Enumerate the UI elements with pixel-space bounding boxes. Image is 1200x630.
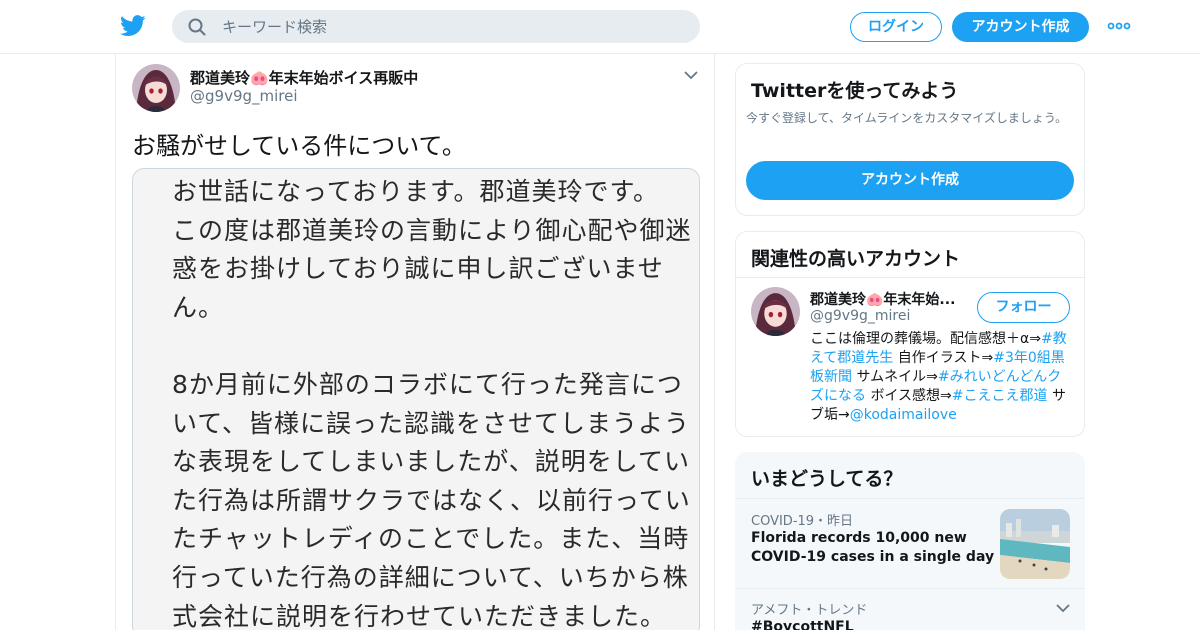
signup-card: Twitterを使ってみよう 今すぐ登録して、タイムラインをカスタマイズしましょ… [735, 63, 1085, 216]
mention-link[interactable]: @kodaimailove [850, 407, 957, 423]
related-accounts-card: 関連性の高いアカウント 郡道美玲🐽年末年始... @g9v9g_mirei フォ… [735, 231, 1085, 437]
trend-title[interactable]: #BoycottNFL [751, 618, 996, 630]
twitter-logo-icon[interactable] [120, 14, 146, 38]
related-account-bio: ここは倫理の葬儀場。配信感想＋α⇒#教えて郡道先生 自作イラスト⇒#3年0組黒板… [810, 330, 1072, 425]
divider [736, 498, 1084, 499]
divider [736, 588, 1084, 589]
image-text: お世話になっております。郡道美玲です。 この度は郡道美玲の言動により御心配や御迷… [172, 173, 692, 630]
bio-text: 自作イラスト⇒ [893, 350, 994, 366]
image-text-line: たチャットレディのことでした。また、当時 [172, 524, 690, 554]
bio-text: サムネイル⇒ [852, 369, 938, 385]
signup-card-title: Twitterを使ってみよう [751, 80, 959, 102]
tweet-column: 郡道美玲🐽年末年始ボイス再販中 @g9v9g_mirei お騒がせしている件につ… [115, 54, 715, 630]
more-icon[interactable] [1107, 19, 1131, 33]
image-text-line: いて、皆様に誤った認識をさせてしまうよう [172, 408, 691, 438]
image-text-line: 8か月前に外部のコラボにて行った発言につ [172, 369, 683, 399]
image-text-line: この度は郡道美玲の言動により御心配や御迷 [172, 215, 692, 245]
top-nav: ログイン アカウント作成 [0, 0, 1200, 54]
chevron-down-icon[interactable] [1056, 603, 1070, 613]
follow-button[interactable]: フォロー [977, 292, 1070, 323]
signup-card-subtitle: 今すぐ登録して、タイムラインをカスタマイズしましょう。 [746, 111, 1068, 125]
trend-meta: アメフト・トレンド [751, 603, 868, 618]
image-text-line: ん。 [172, 292, 225, 322]
search-icon [188, 18, 206, 36]
image-text-line: お世話になっております。郡道美玲です。 [172, 177, 660, 206]
signup-button[interactable]: アカウント作成 [952, 12, 1089, 42]
trends-title: いまどうしてる？ [751, 468, 903, 490]
tweet-author-name[interactable]: 郡道美玲🐽年末年始ボイス再販中 [190, 67, 418, 88]
tweet-text: お騒がせしている件について。 [132, 132, 466, 160]
tweet-image[interactable]: お世話になっております。郡道美玲です。 この度は郡道美玲の言動により御心配や御迷… [132, 168, 700, 630]
trend-title[interactable]: Florida records 10,000 new COVID-19 case… [751, 529, 996, 567]
image-text-line: 惑をお掛けしており誠に申し訳ございませ [172, 254, 664, 284]
divider [736, 277, 1084, 278]
image-text-line: 行っていた行為の詳細について、いちから株 [172, 562, 689, 592]
image-text-line [172, 327, 692, 366]
hashtag-link[interactable]: #こえこえ郡道 [952, 388, 1048, 404]
trend-meta: COVID-19・昨日 [751, 514, 854, 529]
search-input[interactable] [222, 10, 682, 43]
avatar[interactable] [132, 64, 180, 112]
related-account-handle[interactable]: @g9v9g_mirei [810, 308, 910, 324]
bio-text: ここは倫理の葬儀場。配信感想＋α⇒ [810, 331, 1041, 347]
signup-card-button[interactable]: アカウント作成 [746, 161, 1074, 200]
related-accounts-title: 関連性の高いアカウント [751, 248, 961, 270]
image-text-line: な表現をしてしまいましたが、説明をしてい [172, 447, 691, 477]
search-box [172, 10, 700, 43]
chevron-down-icon[interactable] [684, 70, 698, 80]
image-text-line: た行為は所謂サクラではなく、以前行ってい [172, 485, 691, 515]
trends-card: いまどうしてる？ COVID-19・昨日 Florida records 10,… [735, 452, 1085, 630]
bio-text: ボイス感想⇒ [866, 388, 952, 404]
trend-thumbnail[interactable] [1000, 509, 1070, 579]
login-button[interactable]: ログイン [850, 12, 942, 42]
avatar[interactable] [751, 287, 800, 336]
image-text-line: 式会社に説明を行わせていただきました。 [172, 601, 667, 630]
related-account-name[interactable]: 郡道美玲🐽年末年始... [810, 289, 955, 309]
tweet-author-handle[interactable]: @g9v9g_mirei [190, 87, 298, 105]
